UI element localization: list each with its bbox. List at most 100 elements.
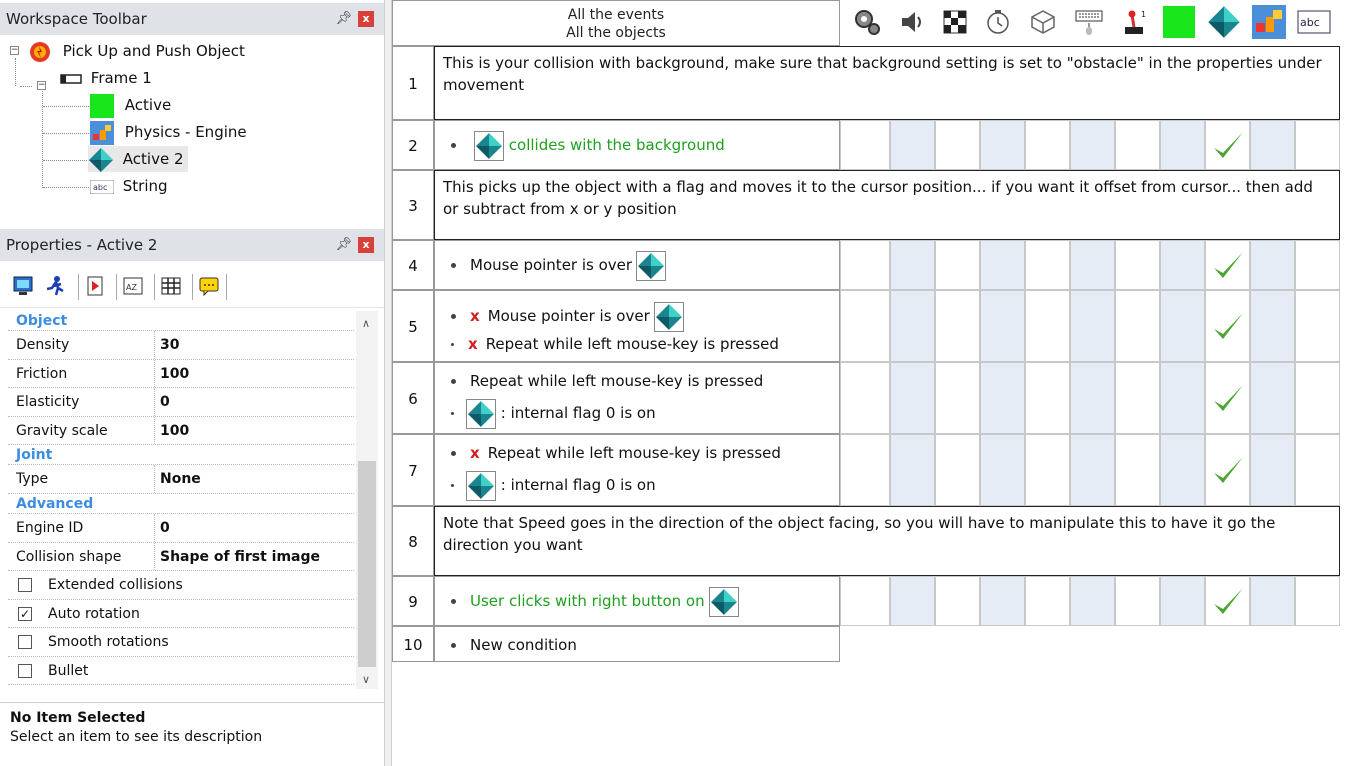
keyboard-mouse-icon[interactable] bbox=[1072, 5, 1106, 39]
auto-rotation-checkbox[interactable]: ✓ bbox=[18, 606, 32, 621]
event-number[interactable]: 2 bbox=[392, 120, 434, 170]
action-cell[interactable] bbox=[980, 240, 1025, 290]
pin-icon[interactable]: 📌︎ bbox=[335, 229, 352, 261]
action-cell[interactable] bbox=[840, 362, 890, 434]
close-icon[interactable]: x bbox=[358, 237, 374, 253]
action-cell[interactable] bbox=[935, 362, 980, 434]
action-cell[interactable] bbox=[840, 576, 890, 626]
action-cell[interactable] bbox=[1295, 120, 1340, 170]
tree-item-active[interactable]: Active bbox=[90, 92, 171, 118]
action-cell[interactable] bbox=[1070, 120, 1115, 170]
property-density[interactable]: Density 30 bbox=[8, 331, 354, 360]
new-condition[interactable]: New condition bbox=[434, 626, 840, 662]
action-cell[interactable] bbox=[890, 120, 935, 170]
display-tab-icon[interactable] bbox=[12, 275, 34, 297]
action-cell[interactable] bbox=[980, 362, 1025, 434]
action-cell[interactable] bbox=[980, 290, 1025, 362]
values-tab-icon[interactable]: AZ bbox=[122, 275, 144, 297]
action-cell[interactable] bbox=[1295, 290, 1340, 362]
action-cell[interactable] bbox=[1160, 434, 1205, 506]
scroll-up-icon[interactable]: ∧ bbox=[362, 317, 370, 330]
action-cell[interactable] bbox=[1205, 434, 1250, 506]
physics-engine-icon[interactable] bbox=[1252, 5, 1286, 39]
movement-tab-icon[interactable] bbox=[44, 275, 66, 297]
action-cell[interactable] bbox=[1025, 290, 1070, 362]
event-number[interactable]: 9 bbox=[392, 576, 434, 626]
comment-row[interactable]: This is your collision with background, … bbox=[434, 46, 1340, 120]
action-cell[interactable] bbox=[1205, 362, 1250, 434]
action-cell[interactable] bbox=[840, 120, 890, 170]
action-cell[interactable] bbox=[1160, 120, 1205, 170]
event-conditions[interactable]: collides with the background bbox=[434, 120, 840, 170]
tree-item-frame[interactable]: Frame 1 bbox=[60, 65, 152, 91]
event-number[interactable]: 10 bbox=[392, 626, 434, 662]
smooth-rotations-checkbox[interactable] bbox=[18, 635, 32, 649]
action-cell[interactable] bbox=[840, 290, 890, 362]
comment-row[interactable]: This picks up the object with a flag and… bbox=[434, 170, 1340, 240]
action-cell[interactable] bbox=[1115, 290, 1160, 362]
property-auto-rotation[interactable]: ✓ Auto rotation bbox=[8, 600, 354, 628]
tree-item-active-2[interactable]: Active 2 bbox=[88, 146, 188, 172]
action-cell[interactable] bbox=[1115, 576, 1160, 626]
string-object-icon[interactable]: abc bbox=[1297, 5, 1331, 39]
action-cell[interactable] bbox=[1025, 362, 1070, 434]
active2-object-icon[interactable] bbox=[1207, 5, 1241, 39]
collapse-toggle[interactable]: − bbox=[37, 81, 46, 90]
bullet-checkbox[interactable] bbox=[18, 663, 32, 678]
action-cell[interactable] bbox=[935, 576, 980, 626]
property-friction[interactable]: Friction 100 bbox=[8, 359, 354, 388]
action-cell[interactable] bbox=[1070, 576, 1115, 626]
active-object-icon[interactable] bbox=[1162, 5, 1196, 39]
scroll-down-icon[interactable]: ∨ bbox=[362, 673, 370, 686]
about-tab-icon[interactable] bbox=[198, 275, 220, 297]
timer-icon[interactable] bbox=[981, 5, 1015, 39]
action-cell[interactable] bbox=[1160, 290, 1205, 362]
events-tab-icon[interactable] bbox=[160, 275, 182, 297]
property-scrollbar[interactable]: ∧ ∨ bbox=[356, 311, 378, 689]
event-conditions[interactable]: x Mouse pointer is over x Repeat while lef… bbox=[434, 290, 840, 362]
action-cell[interactable] bbox=[935, 240, 980, 290]
property-gravity-scale[interactable]: Gravity scale 100 bbox=[8, 416, 354, 445]
action-cell[interactable] bbox=[1160, 576, 1205, 626]
event-number[interactable]: 3 bbox=[392, 170, 434, 240]
action-cell[interactable] bbox=[890, 240, 935, 290]
property-bullet[interactable]: Bullet bbox=[8, 657, 354, 685]
storyboard-icon[interactable] bbox=[938, 5, 972, 39]
panel-splitter[interactable] bbox=[384, 0, 392, 766]
action-cell[interactable] bbox=[1295, 576, 1340, 626]
property-extended-collisions[interactable]: Extended collisions bbox=[8, 571, 354, 600]
action-cell[interactable] bbox=[1250, 576, 1295, 626]
action-cell[interactable] bbox=[890, 362, 935, 434]
action-cell[interactable] bbox=[1205, 576, 1250, 626]
event-number[interactable]: 6 bbox=[392, 362, 434, 434]
property-smooth-rotations[interactable]: Smooth rotations bbox=[8, 628, 354, 657]
action-cell[interactable] bbox=[1250, 240, 1295, 290]
action-cell[interactable] bbox=[1070, 290, 1115, 362]
action-cell[interactable] bbox=[1160, 362, 1205, 434]
scrollbar-thumb[interactable] bbox=[358, 461, 376, 667]
action-cell[interactable] bbox=[935, 434, 980, 506]
special-conditions-icon[interactable] bbox=[850, 5, 884, 39]
action-cell[interactable] bbox=[840, 240, 890, 290]
action-cell[interactable] bbox=[1115, 434, 1160, 506]
event-conditions[interactable]: User clicks with right button on bbox=[434, 576, 840, 626]
action-cell[interactable] bbox=[890, 434, 935, 506]
action-cell[interactable] bbox=[1250, 120, 1295, 170]
event-number[interactable]: 5 bbox=[392, 290, 434, 362]
comment-row[interactable]: Note that Speed goes in the direction of… bbox=[434, 506, 1340, 576]
event-number[interactable]: 8 bbox=[392, 506, 434, 576]
tree-item-application[interactable]: Pick Up and Push Object bbox=[28, 38, 245, 64]
action-cell[interactable] bbox=[1070, 362, 1115, 434]
tree-item-string[interactable]: abc String bbox=[90, 173, 168, 199]
create-object-icon[interactable] bbox=[1026, 5, 1060, 39]
action-cell[interactable] bbox=[1295, 434, 1340, 506]
event-conditions[interactable]: Repeat while left mouse-key is pressed :… bbox=[434, 362, 840, 434]
action-cell[interactable] bbox=[840, 434, 890, 506]
event-conditions[interactable]: x Repeat while left mouse-key is pressed … bbox=[434, 434, 840, 506]
action-cell[interactable] bbox=[1205, 120, 1250, 170]
action-cell[interactable] bbox=[1025, 434, 1070, 506]
property-type[interactable]: Type None bbox=[8, 465, 354, 494]
action-cell[interactable] bbox=[980, 576, 1025, 626]
action-cell[interactable] bbox=[890, 290, 935, 362]
event-number[interactable]: 1 bbox=[392, 46, 434, 120]
